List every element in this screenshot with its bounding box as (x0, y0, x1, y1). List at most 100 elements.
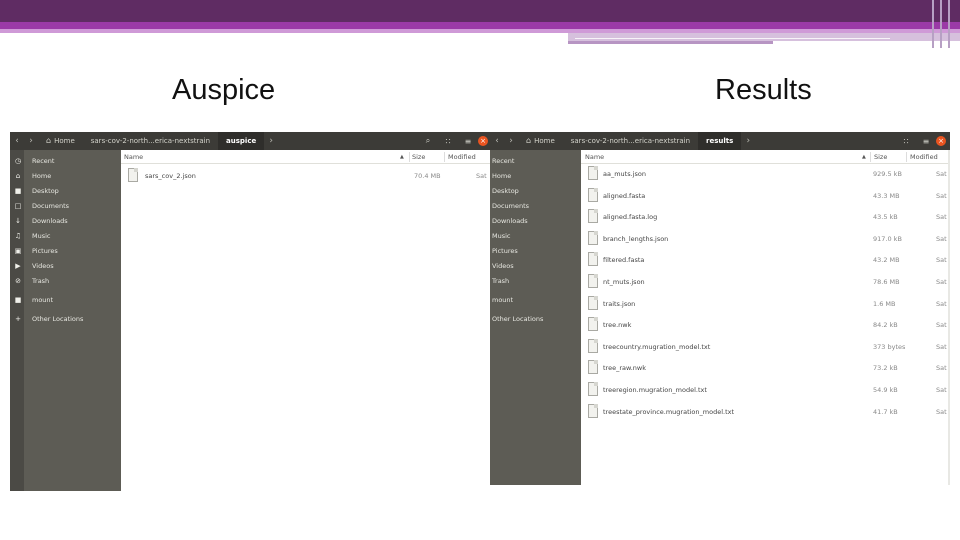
breadcrumb-home[interactable]: Home (38, 132, 83, 150)
file-list: Name ▲ Size Modified sars_cov_2.json 70.… (121, 150, 492, 491)
home-icon: ⌂ (15, 172, 21, 180)
breadcrumb-project[interactable]: sars-cov-2-north...erica-nextstrain (563, 132, 698, 150)
file-size: 78.6 MB (873, 278, 900, 286)
sidebar-item-label: Trash (32, 277, 50, 285)
file-size: 43.5 kB (873, 213, 898, 222)
breadcrumb-home[interactable]: Home (518, 132, 563, 150)
sidebar-item-music[interactable]: Music (490, 229, 581, 243)
sidebar-item-desktop[interactable]: Desktop (490, 184, 581, 198)
sidebar-item-home[interactable]: Home (490, 169, 581, 183)
breadcrumb-project[interactable]: sars-cov-2-north...erica-nextstrain (83, 132, 218, 150)
file-row[interactable]: branch_lengths.json 917.0 kB Sat (581, 229, 950, 249)
column-header: Name ▲ Size Modified (581, 150, 950, 164)
breadcrumb-more-icon[interactable]: › (741, 136, 755, 146)
file-icon (588, 230, 598, 245)
file-row[interactable]: tree_raw.nwk 73.2 kB Sat (581, 358, 950, 378)
sort-asc-icon[interactable]: ▲ (400, 154, 404, 160)
file-size: 43.2 MB (873, 256, 900, 265)
sidebar-item-desktop[interactable]: ■ Desktop (10, 184, 121, 198)
sidebar-item-trash[interactable]: ⊘ Trash (10, 274, 121, 288)
sidebar-item-other-locations[interactable]: Other Locations (490, 312, 581, 326)
sidebar-item-trash[interactable]: Trash (490, 274, 581, 288)
sidebar-item-downloads[interactable]: ↓ Downloads (10, 214, 121, 228)
back-icon[interactable]: ‹ (490, 136, 504, 146)
file-icon (588, 382, 598, 396)
view-options-icon[interactable]: ∷ (438, 137, 458, 146)
forward-icon[interactable]: › (504, 136, 518, 146)
back-icon[interactable]: ‹ (10, 136, 24, 146)
sidebar-item-pictures[interactable]: ▣ Pictures (10, 244, 121, 258)
sidebar-item-label: Music (32, 232, 51, 240)
file-row[interactable]: aligned.fasta 43.3 MB Sat (581, 186, 950, 206)
file-row[interactable]: treecountry.mugration_model.txt 373 bytes… (581, 337, 950, 357)
forward-icon[interactable]: › (24, 136, 38, 146)
menu-icon[interactable]: ≡ (458, 137, 478, 146)
file-modified: Sat (936, 407, 947, 416)
slide: Auspice Results ‹ › Home sars-cov-2-nort… (0, 0, 960, 540)
sidebar-item-pictures[interactable]: Pictures (490, 244, 581, 258)
file-row[interactable]: treestate_province.mugration_model.txt 41… (581, 402, 950, 422)
sidebar-item-documents[interactable]: Documents (490, 199, 581, 213)
breadcrumb-current[interactable]: results (698, 132, 742, 150)
sidebar-item-videos[interactable]: ▶ Videos (10, 259, 121, 273)
column-size[interactable]: Size (874, 153, 887, 161)
file-size: 1.6 MB (873, 299, 896, 308)
file-name: traits.json (603, 299, 636, 308)
sidebar-item-label: Videos (32, 262, 54, 270)
file-name: aligned.fasta (603, 191, 646, 200)
breadcrumb-current[interactable]: auspice (218, 132, 265, 150)
file-size: 84.2 kB (873, 321, 898, 330)
trash-icon: ⊘ (15, 277, 21, 285)
view-options-icon[interactable]: ∷ (896, 137, 916, 146)
sidebar-item-recent[interactable]: Recent (490, 154, 581, 168)
pictures-icon: ▣ (14, 247, 22, 255)
file-row[interactable]: traits.json 1.6 MB Sat (581, 294, 950, 314)
sidebar-item-videos[interactable]: Videos (490, 259, 581, 273)
file-row[interactable]: aa_muts.json 929.5 kB Sat (581, 164, 950, 184)
file-row[interactable]: nt_muts.json 78.6 MB Sat (581, 272, 950, 292)
file-row[interactable]: tree.nwk 84.2 kB Sat (581, 315, 950, 335)
file-row[interactable]: aligned.fasta.log 43.5 kB Sat (581, 207, 950, 227)
column-divider (870, 152, 871, 162)
file-modified: Sat (936, 278, 947, 286)
file-manager-results: ‹ › Home sars-cov-2-north...erica-nextst… (490, 132, 950, 485)
menu-icon[interactable]: ≡ (916, 137, 936, 146)
breadcrumb-more-icon[interactable]: › (264, 136, 278, 146)
file-size: 929.5 kB (873, 170, 902, 178)
right-caption: Results (715, 74, 812, 106)
sidebar-item-recent[interactable]: ◷ Recent (10, 154, 121, 168)
file-icon (588, 360, 598, 375)
file-modified: Sat (936, 321, 947, 330)
sidebar-item-documents[interactable]: □ Documents (10, 199, 121, 213)
file-modified: Sat (476, 172, 487, 180)
file-name: sars_cov_2.json (145, 172, 196, 180)
file-manager-auspice: ‹ › Home sars-cov-2-north...erica-nextst… (10, 132, 492, 491)
file-row[interactable]: treeregion.mugration_model.txt 54.9 kB Sat (581, 380, 950, 400)
file-row[interactable]: filtered.fasta 43.2 MB Sat (581, 250, 950, 270)
sidebar-item-mount[interactable]: ■ mount (10, 293, 121, 307)
drive-icon: ■ (14, 296, 22, 304)
sidebar-item-label: Home (32, 172, 52, 180)
file-modified: Sat (936, 213, 947, 222)
sidebar-item-home[interactable]: ⌂ Home (10, 169, 121, 183)
sidebar-item-other-locations[interactable]: + Other Locations (10, 312, 121, 326)
column-modified[interactable]: Modified (910, 153, 938, 161)
sidebar-item-music[interactable]: ♫ Music (10, 229, 121, 243)
column-name[interactable]: Name (124, 153, 143, 161)
file-row[interactable]: sars_cov_2.json 70.4 MB Sat (121, 166, 492, 186)
column-modified[interactable]: Modified (448, 153, 476, 161)
close-icon[interactable]: × (936, 136, 946, 146)
column-size[interactable]: Size (412, 153, 425, 161)
sort-asc-icon[interactable]: ▲ (862, 154, 866, 160)
header-bar: ‹ › Home sars-cov-2-north...erica-nextst… (10, 132, 492, 150)
search-icon[interactable]: ⌕ (418, 136, 438, 146)
file-modified: Sat (936, 256, 947, 265)
column-divider (444, 152, 445, 162)
sidebar-item-downloads[interactable]: Downloads (490, 214, 581, 228)
column-name[interactable]: Name (585, 153, 604, 161)
close-icon[interactable]: × (478, 136, 488, 146)
sidebar-item-label: Desktop (32, 187, 59, 195)
file-icon (588, 252, 598, 267)
file-size: 54.9 kB (873, 386, 898, 394)
sidebar-item-mount[interactable]: mount (490, 293, 581, 307)
